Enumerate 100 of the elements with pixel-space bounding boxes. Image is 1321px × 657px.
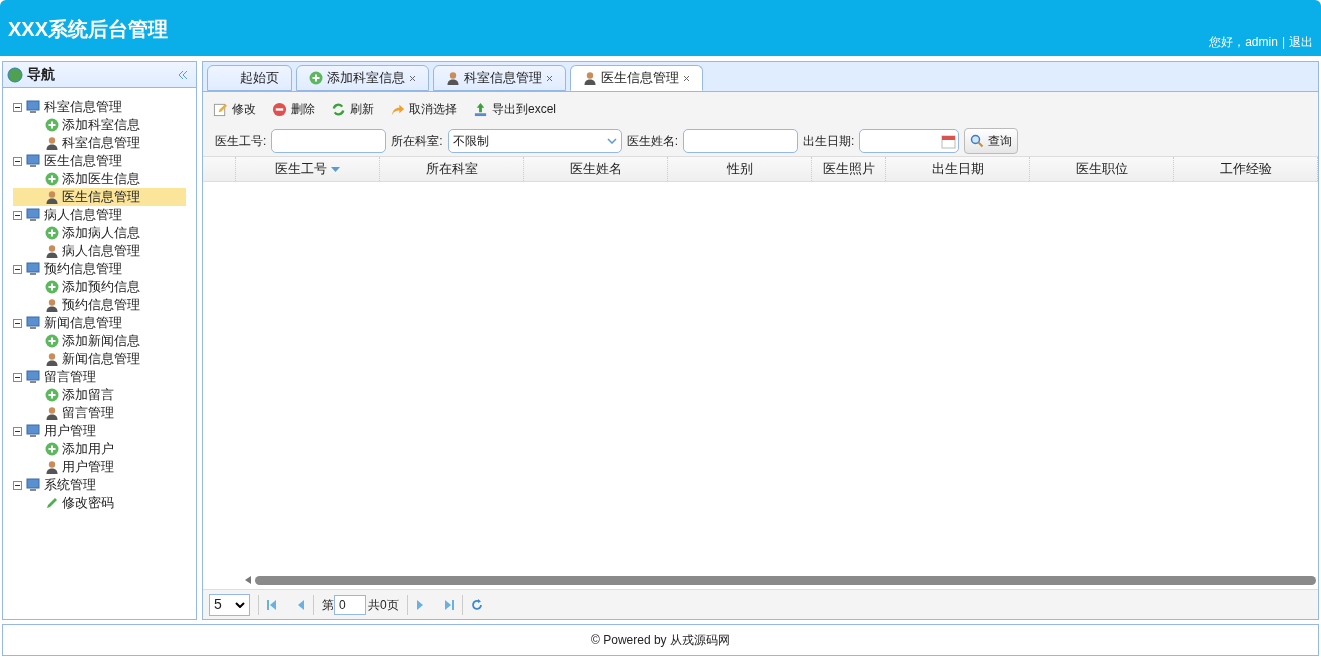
plus-icon	[45, 334, 59, 348]
tree-item[interactable]: 添加病人信息	[13, 224, 186, 242]
person-icon	[45, 352, 59, 366]
tree-item[interactable]: 添加医生信息	[13, 170, 186, 188]
nav-title: 导航	[27, 65, 55, 84]
tree-item[interactable]: 添加新闻信息	[13, 332, 186, 350]
close-icon[interactable]	[409, 74, 416, 82]
tree-item[interactable]: 用户管理	[13, 458, 186, 476]
tree-item[interactable]: 添加预约信息	[13, 278, 186, 296]
close-icon[interactable]	[683, 74, 690, 82]
toolbar-button[interactable]: 修改	[213, 100, 256, 118]
monitor-icon	[26, 208, 40, 222]
collapse-toggle-icon[interactable]	[13, 210, 22, 220]
person-icon	[45, 298, 59, 312]
horizontal-scrollbar[interactable]	[255, 575, 1316, 585]
plus-icon	[45, 280, 59, 294]
column-header[interactable]: 工作经验	[1174, 157, 1318, 181]
collapse-toggle-icon[interactable]	[13, 318, 22, 328]
plus-icon	[45, 118, 59, 132]
tree-group-label[interactable]: 用户管理	[44, 421, 96, 441]
date-field[interactable]	[859, 129, 960, 153]
tree-item[interactable]: 添加科室信息	[13, 116, 186, 134]
filter-label: 所在科室:	[391, 133, 443, 150]
tab[interactable]: 添加科室信息	[296, 65, 429, 91]
tree-item[interactable]: 预约信息管理	[13, 296, 186, 314]
tree-item[interactable]: 添加留言	[13, 386, 186, 404]
person-icon	[45, 190, 59, 204]
tree-item[interactable]: 留言管理	[13, 404, 186, 422]
tab[interactable]: 医生信息管理	[570, 65, 703, 91]
tree-item[interactable]: 医生信息管理	[13, 188, 186, 206]
collapse-toggle-icon[interactable]	[13, 102, 22, 112]
tree-group-label[interactable]: 科室信息管理	[44, 97, 122, 117]
search-icon	[970, 134, 985, 148]
column-header[interactable]: 医生工号	[236, 157, 380, 181]
scroll-left-icon[interactable]	[245, 576, 251, 584]
plus-icon	[45, 172, 59, 186]
monitor-icon	[26, 478, 40, 492]
refresh-icon	[331, 101, 346, 117]
text-field[interactable]	[271, 129, 387, 153]
column-header[interactable]: 医生照片	[812, 157, 886, 181]
plus-icon	[45, 226, 59, 240]
tree-group-label[interactable]: 医生信息管理	[44, 151, 122, 171]
page-number-field[interactable]: 0	[334, 594, 366, 615]
page-prefix-text: 第	[322, 596, 334, 614]
toolbar-button[interactable]: 导出到excel	[473, 100, 556, 118]
monitor-icon	[26, 100, 40, 114]
tab[interactable]: 科室信息管理	[433, 65, 566, 91]
tree-group-label[interactable]: 病人信息管理	[44, 205, 122, 225]
separator-text: |	[1281, 34, 1285, 51]
person-icon	[45, 136, 59, 150]
reload-icon[interactable]	[470, 598, 483, 611]
column-header[interactable]: 医生姓名	[524, 157, 668, 181]
chevron-down-icon	[606, 138, 617, 144]
filter-label: 医生工号:	[215, 133, 267, 150]
page-size-select[interactable]: 5	[209, 593, 250, 616]
person-icon	[45, 460, 59, 474]
filter-label: 出生日期:	[803, 133, 855, 150]
collapse-toggle-icon[interactable]	[13, 156, 22, 166]
tree-group-label[interactable]: 系统管理	[44, 475, 96, 495]
app-title: XXX系统后台管理	[8, 17, 169, 42]
collapse-toggle-icon[interactable]	[13, 480, 22, 490]
collapse-toggle-icon[interactable]	[13, 372, 22, 382]
person-icon	[446, 71, 460, 85]
monitor-icon	[26, 424, 40, 438]
footer-text: © Powered by 从戎源码网	[591, 632, 730, 649]
tree-group-label[interactable]: 新闻信息管理	[44, 313, 122, 333]
column-header[interactable]: 性别	[668, 157, 812, 181]
person-icon	[45, 406, 59, 420]
tree-item[interactable]: 添加用户	[13, 440, 186, 458]
tree-group-label[interactable]: 留言管理	[44, 367, 96, 387]
minus-icon	[272, 101, 287, 117]
search-button[interactable]: 查询	[964, 128, 1019, 154]
sort-arrow-icon	[331, 166, 340, 172]
tree-item[interactable]: 病人信息管理	[13, 242, 186, 260]
person-icon	[583, 71, 597, 85]
toolbar-button[interactable]: 删除	[272, 100, 315, 118]
column-header[interactable]: 所在科室	[380, 157, 524, 181]
tree-group-label[interactable]: 预约信息管理	[44, 259, 122, 279]
toolbar-button[interactable]: 取消选择	[390, 100, 457, 118]
page-total-text: 共0页	[368, 596, 399, 614]
collapse-toggle-icon[interactable]	[13, 264, 22, 274]
tree-item[interactable]: 新闻信息管理	[13, 350, 186, 368]
select-field[interactable]: 不限制	[447, 129, 622, 153]
plus-icon	[45, 442, 59, 456]
monitor-icon	[26, 154, 40, 168]
monitor-icon	[26, 316, 40, 330]
toolbar-button[interactable]: 刷新	[331, 100, 374, 118]
calendar-icon	[941, 133, 957, 149]
double-chevron-left-icon	[178, 69, 188, 80]
tab[interactable]: 起始页	[207, 65, 292, 91]
column-header[interactable]: 医生职位	[1030, 157, 1174, 181]
tree-item[interactable]: 修改密码	[13, 494, 186, 512]
plus-icon	[309, 71, 323, 85]
text-field[interactable]	[683, 129, 799, 153]
greeting-text: 您好，admin	[1209, 34, 1278, 51]
upload-icon	[473, 101, 488, 117]
collapse-toggle-icon[interactable]	[13, 426, 22, 436]
tree-item[interactable]: 科室信息管理	[13, 134, 186, 152]
column-header[interactable]: 出生日期	[886, 157, 1030, 181]
close-icon[interactable]	[546, 74, 553, 82]
